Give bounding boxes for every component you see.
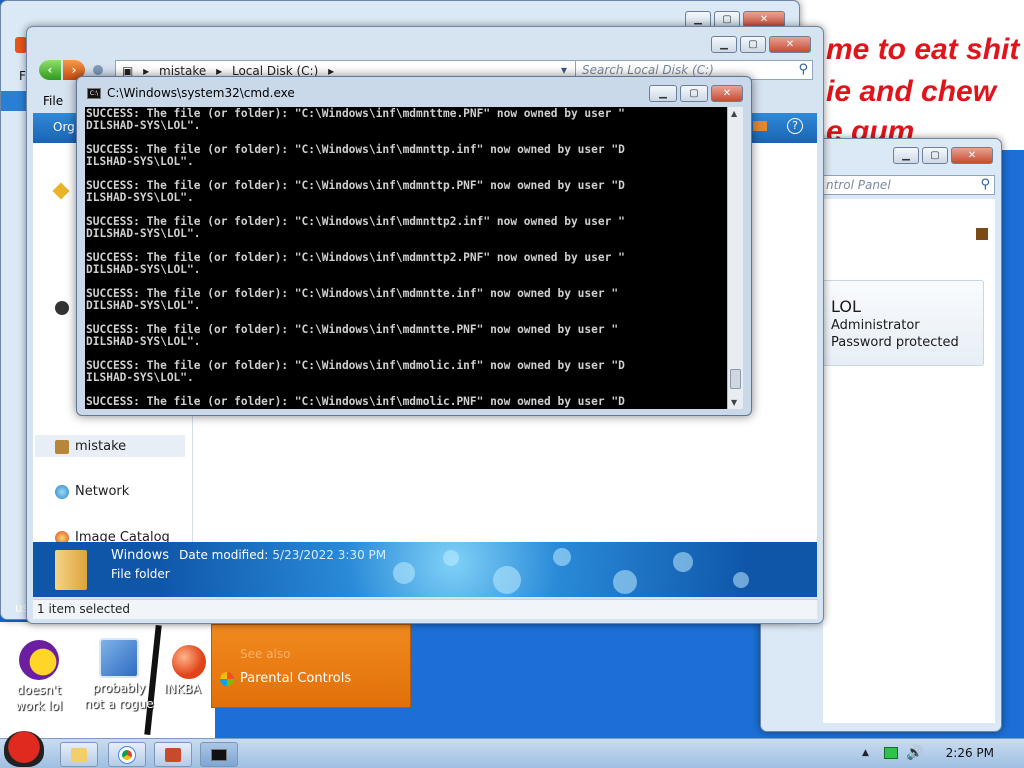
details-name: Windows — [111, 548, 170, 563]
user-folder-icon — [55, 439, 69, 454]
organize-button[interactable]: Org — [53, 120, 75, 134]
desktop-icon-label: INKBA — [164, 682, 201, 696]
volume-icon[interactable]: 🔊 — [906, 745, 923, 761]
scrollbar-thumb[interactable] — [730, 369, 741, 389]
control-panel-icon — [165, 748, 181, 762]
folder-large-icon — [55, 550, 87, 590]
menu-file[interactable]: File — [43, 94, 63, 108]
minimize-button[interactable]: ▁ — [893, 147, 919, 164]
console-line: DILSHAD-SYS\LOL". — [86, 335, 201, 348]
details-type: File folder — [111, 567, 170, 581]
console-line: ILSHAD-SYS\LOL". — [86, 371, 194, 384]
console-line: ILSHAD-SYS\LOL". — [86, 155, 194, 168]
desktop-icon-network-monitor[interactable]: probably not a rogue — [84, 638, 154, 712]
parental-controls-icon — [220, 671, 234, 686]
address-dropdown-chevron-icon[interactable]: ▾ — [561, 63, 567, 77]
user-picture-icon — [975, 227, 989, 241]
maximize-button[interactable]: ▢ — [740, 36, 766, 53]
control-panel-search-input[interactable]: ntrol Panel ⚲ — [819, 175, 995, 195]
console-line: SUCCESS: The file (or folder): "C:\Windo… — [86, 395, 625, 408]
see-also-heading: See also — [240, 647, 291, 661]
taskbar-explorer-button[interactable] — [60, 742, 98, 767]
scroll-down-icon[interactable]: ▼ — [731, 398, 737, 407]
console-scrollbar[interactable]: ▲ ▼ — [727, 107, 743, 409]
folder-icon — [71, 748, 87, 762]
chrome-icon — [118, 746, 136, 764]
favorites-star-icon[interactable] — [52, 182, 70, 200]
status-text: 1 item selected — [37, 602, 131, 616]
search-placeholder: ntrol Panel — [826, 178, 891, 192]
preview-pane-icon[interactable] — [753, 121, 767, 131]
taskbar-chrome-button[interactable] — [108, 742, 146, 767]
details-pane: Windows Date modified: 5/23/2022 3:30 PM… — [33, 542, 817, 597]
details-date-label: Date modified: — [179, 548, 269, 562]
homegroup-icon[interactable] — [55, 301, 69, 315]
details-date-value: 5/23/2022 3:30 PM — [272, 548, 387, 562]
scroll-up-icon[interactable]: ▲ — [731, 109, 737, 118]
console-line: DILSHAD-SYS\LOL". — [86, 263, 201, 276]
show-hidden-icons-chevron-icon[interactable]: ▲ — [862, 748, 869, 758]
search-icon: ⚲ — [798, 62, 808, 77]
network-monitor-icon — [99, 638, 139, 678]
user-role: Administrator — [831, 318, 920, 333]
status-bar: 1 item selected — [33, 599, 817, 619]
console-line: DILSHAD-SYS\LOL". — [86, 299, 201, 312]
window-controls: ▁ ▢ ✕ — [649, 85, 743, 102]
meme-text-line-1: me to eat shit — [826, 33, 1020, 66]
control-panel-see-also-panel: See also Parental Controls — [211, 624, 411, 708]
taskbar-control-panel-button[interactable] — [154, 742, 192, 767]
console-line: ILSHAD-SYS\LOL". — [86, 191, 194, 204]
close-button[interactable]: ✕ — [951, 147, 993, 164]
window-controls: ▁ ▢ ✕ — [711, 36, 811, 53]
desktop-icon-yahoo[interactable]: doesn't work lol — [4, 640, 74, 714]
yahoo-messenger-icon — [19, 640, 59, 680]
help-icon[interactable]: ? — [787, 118, 803, 134]
close-button[interactable]: ✕ — [769, 36, 811, 53]
cmd-window: C:\ C:\Windows\system32\cmd.exe ▁ ▢ ✕ SU… — [76, 76, 752, 416]
console-output[interactable]: SUCCESS: The file (or folder): "C:\Windo… — [85, 107, 727, 409]
desktop-icon-label: probably not a rogue — [84, 681, 154, 711]
maximize-button[interactable]: ▢ — [680, 85, 708, 102]
user-account-card[interactable]: LOL Administrator Password protected — [822, 280, 984, 366]
nav-item-mistake[interactable]: mistake — [55, 439, 126, 454]
search-icon: ⚲ — [980, 177, 990, 192]
parental-controls-link[interactable]: Parental Controls — [220, 671, 351, 686]
minimize-button[interactable]: ▁ — [649, 85, 677, 102]
window-controls: ▁ ▢ ✕ — [893, 147, 993, 164]
taskbar-cmd-button[interactable] — [200, 742, 238, 767]
console-line: DILSHAD-SYS\LOL". — [86, 119, 201, 132]
taskbar: ▲ 🔊 2:26 PM — [0, 731, 1024, 768]
parental-controls-label: Parental Controls — [240, 671, 352, 686]
wallpaper-meme-area: me to eat shit ie and chew e gum — [790, 0, 1024, 150]
minimize-button[interactable]: ▁ — [711, 36, 737, 53]
nav-item-network[interactable]: Network — [55, 484, 129, 499]
cmd-icon: C:\ — [87, 87, 101, 99]
cmd-title: C:\Windows\system32\cmd.exe — [107, 86, 295, 100]
cmd-icon — [211, 749, 227, 761]
recent-pages-chevron-icon[interactable] — [93, 65, 103, 75]
user-password-status: Password protected — [831, 335, 959, 350]
network-status-icon[interactable] — [884, 747, 898, 759]
taskbar-clock[interactable]: 2:26 PM — [946, 746, 994, 760]
desktop-icon-label: doesn't work lol — [15, 683, 63, 713]
back-button[interactable]: ‹ — [39, 60, 61, 80]
maximize-button[interactable]: ▢ — [922, 147, 948, 164]
cmd-title-bar[interactable]: C:\ C:\Windows\system32\cmd.exe — [87, 86, 295, 100]
details-title-row: Windows Date modified: 5/23/2022 3:30 PM — [111, 548, 386, 563]
control-panel-content — [823, 199, 995, 723]
menu-file[interactable]: F — [19, 69, 26, 83]
user-name: LOL — [831, 297, 861, 316]
network-icon — [55, 484, 69, 499]
desktop-icon-inkball[interactable]: INKBA — [152, 645, 212, 697]
start-button-angry-bird-icon[interactable] — [4, 731, 44, 767]
console-line: DILSHAD-SYS\LOL". — [86, 227, 201, 240]
inkball-icon — [172, 645, 206, 679]
close-button[interactable]: ✕ — [711, 85, 743, 102]
search-placeholder: Search Local Disk (C:) — [582, 63, 714, 77]
meme-text-line-2: ie and chew — [826, 75, 997, 108]
